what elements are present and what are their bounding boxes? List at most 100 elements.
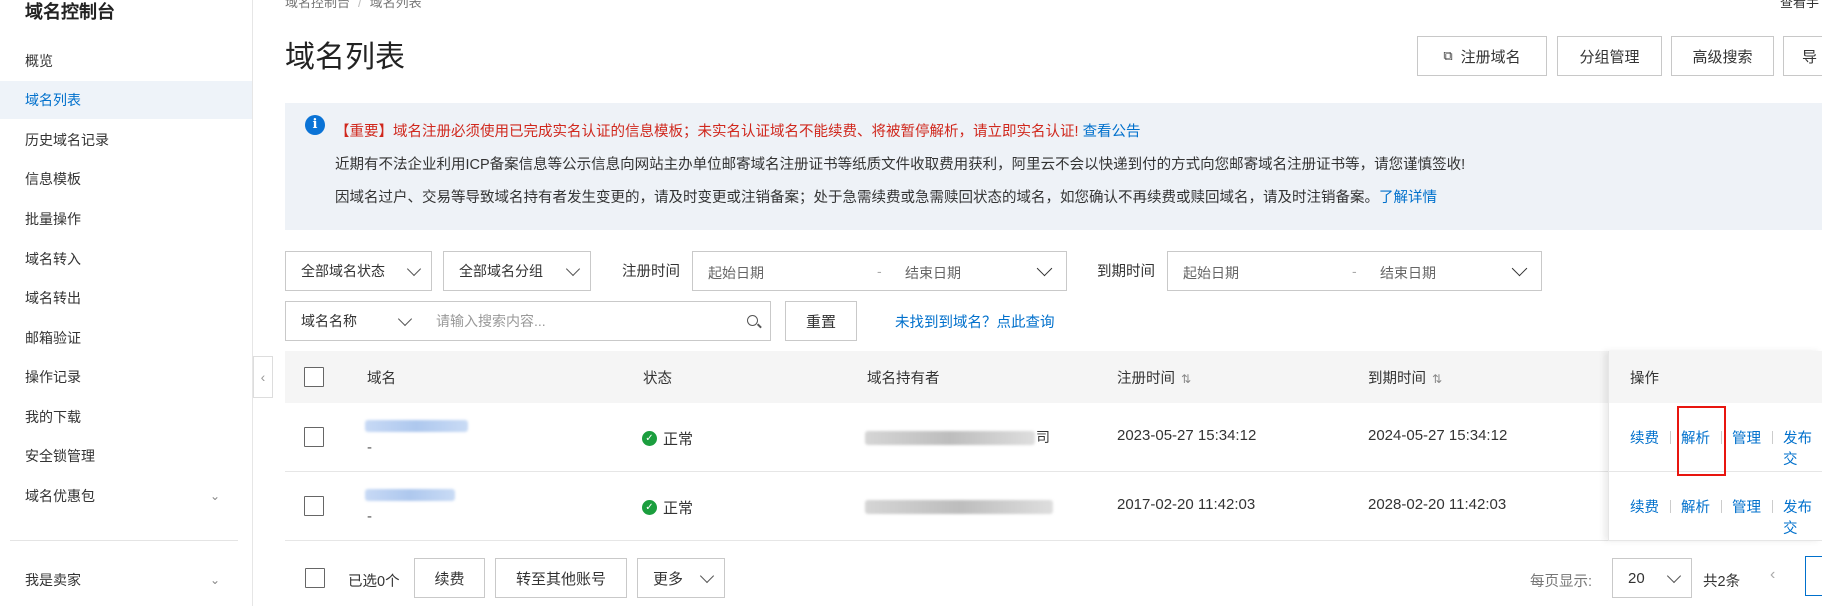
op-separator	[1670, 500, 1671, 513]
manage-link[interactable]: 管理	[1732, 427, 1761, 448]
transfer-account-button[interactable]: 转至其他账号	[495, 558, 627, 598]
manage-link[interactable]: 管理	[1732, 496, 1761, 517]
reg-time-label: 注册时间	[622, 264, 680, 280]
highlight-box	[1677, 406, 1726, 476]
search-icon[interactable]	[747, 315, 758, 326]
register-domain-button[interactable]: ⧉ 注册域名	[1417, 36, 1547, 76]
chevron-down-icon	[699, 568, 715, 584]
breadcrumb: 域名控制台 / 域名列表	[285, 0, 422, 11]
chevron-down-icon: ⌄	[209, 489, 220, 503]
export-button[interactable]: 导	[1783, 36, 1822, 76]
chevron-down-icon	[1511, 260, 1528, 277]
sidebar-item-security-lock[interactable]: 安全锁管理	[0, 437, 252, 475]
chevron-left-icon[interactable]: ‹	[1770, 566, 1775, 584]
sidebar-divider	[10, 540, 238, 541]
learn-more-link[interactable]: 了解详情	[1379, 190, 1437, 206]
sidebar-item-op-records[interactable]: 操作记录	[0, 358, 252, 396]
reg-date-range[interactable]: 起始日期 - 结束日期	[692, 251, 1067, 291]
domain-status-select[interactable]: 全部域名状态	[285, 251, 432, 291]
sort-icon[interactable]: ⇅	[1181, 372, 1191, 386]
notice-line-3-text: 因域名过户、交易等导致域名持有者发生变更的，请及时变更或注销备案；处于急需续费或…	[335, 190, 1379, 206]
exp-date-range[interactable]: 起始日期 - 结束日期	[1167, 251, 1542, 291]
more-select[interactable]: 更多	[637, 558, 725, 598]
reg-time-cell: 2017-02-20 11:42:03	[1117, 496, 1256, 513]
chevron-down-icon	[397, 311, 413, 327]
resolve-link[interactable]: 解析	[1681, 496, 1710, 517]
per-page-value: 20	[1628, 569, 1645, 587]
exp-end-date[interactable]: 结束日期	[1380, 263, 1436, 283]
sidebar-item-templates[interactable]: 信息模板	[0, 160, 252, 198]
domain-group-select[interactable]: 全部域名分组	[443, 251, 591, 291]
sidebar-item-domain-list[interactable]: 域名列表	[0, 81, 252, 119]
publish-link[interactable]: 发布交	[1783, 427, 1822, 469]
reg-time-cell: 2023-05-27 15:34:12	[1117, 427, 1257, 444]
op-separator	[1670, 431, 1671, 444]
holder-name-redacted	[865, 500, 1053, 514]
domain-sub-text: -	[367, 508, 372, 525]
exp-time-cell: 2028-02-20 11:42:03	[1368, 496, 1507, 513]
sidebar-item-email-verify[interactable]: 邮箱验证	[0, 319, 252, 357]
op-separator	[1772, 431, 1773, 444]
reg-end-date[interactable]: 结束日期	[905, 263, 961, 283]
group-manage-button[interactable]: 分组管理	[1557, 36, 1662, 76]
reset-button[interactable]: 重置	[785, 301, 857, 341]
chevron-down-icon	[1036, 260, 1053, 277]
op-separator	[1721, 500, 1722, 513]
sidebar-collapse-handle[interactable]: ‹	[253, 356, 273, 398]
publish-link[interactable]: 发布交	[1783, 496, 1822, 538]
holder-name-redacted	[865, 431, 1035, 445]
select-all-checkbox[interactable]	[304, 367, 324, 387]
date-dash: -	[877, 263, 882, 279]
domain-name-redacted[interactable]	[365, 489, 455, 501]
col-reg-time[interactable]: 注册时间 ⇅	[1117, 367, 1191, 388]
reg-start-date[interactable]: 起始日期	[708, 263, 764, 283]
total-count: 共2条	[1703, 574, 1741, 590]
sidebar-item-label: 我是卖家	[25, 572, 81, 588]
col-ops: 操作	[1630, 371, 1659, 387]
footer-select-all-checkbox[interactable]	[305, 568, 325, 588]
renew-link[interactable]: 续费	[1630, 496, 1659, 517]
search-field-value: 域名名称	[301, 313, 357, 329]
breadcrumb-item: 域名列表	[369, 0, 422, 10]
notice-important-text: 【重要】域名注册必须使用已完成实名认证的信息模板；未实名认证域名不能续费、将被暂…	[335, 124, 1079, 140]
sort-icon[interactable]: ⇅	[1432, 372, 1442, 386]
search-input[interactable]: 请输入搜索内容...	[422, 301, 771, 341]
notice-line-2: 近期有不法企业利用ICP备案信息等公示信息向网站主办单位邮寄域名注册证书等纸质文…	[335, 157, 1466, 173]
sidebar-item-downloads[interactable]: 我的下载	[0, 398, 252, 436]
domain-group-value: 全部域名分组	[459, 263, 543, 279]
status-badge: ✓ 正常	[642, 497, 693, 518]
col-status: 状态	[643, 371, 672, 387]
register-domain-label: 注册域名	[1460, 48, 1521, 66]
domain-name-redacted[interactable]	[365, 420, 468, 432]
row-checkbox[interactable]	[304, 496, 324, 516]
top-right-link[interactable]: 查看手	[1780, 0, 1819, 11]
sidebar-item-batch[interactable]: 批量操作	[0, 200, 252, 238]
sidebar-item-overview[interactable]: 概览	[0, 42, 252, 80]
sidebar-item-transfer-in[interactable]: 域名转入	[0, 240, 252, 278]
breadcrumb-item[interactable]: 域名控制台	[285, 0, 350, 10]
renew-link[interactable]: 续费	[1630, 427, 1659, 448]
sidebar-item-domain-packages[interactable]: 域名优惠包 ⌄	[0, 477, 252, 515]
sidebar-item-history[interactable]: 历史域名记录	[0, 121, 252, 159]
advanced-search-button[interactable]: 高级搜索	[1671, 36, 1774, 76]
current-page-button[interactable]	[1805, 556, 1822, 596]
exp-time-label: 到期时间	[1097, 264, 1155, 280]
op-separator	[1772, 500, 1773, 513]
row-checkbox[interactable]	[304, 427, 324, 447]
status-text: 正常	[663, 500, 694, 517]
sidebar-item-seller[interactable]: 我是卖家 ⌄	[0, 561, 252, 599]
col-exp-time[interactable]: 到期时间 ⇅	[1368, 367, 1442, 388]
search-field-select[interactable]: 域名名称	[285, 301, 423, 341]
batch-renew-button[interactable]: 续费	[414, 558, 485, 598]
sidebar-item-transfer-out[interactable]: 域名转出	[0, 279, 252, 317]
notice-banner: i 【重要】域名注册必须使用已完成实名认证的信息模板；未实名认证域名不能续费、将…	[285, 103, 1822, 230]
more-label: 更多	[653, 570, 684, 588]
per-page-select[interactable]: 20	[1612, 558, 1692, 598]
not-found-domain-link[interactable]: 未找到到域名？点此查询	[895, 311, 1055, 332]
col-exp-time-label: 到期时间	[1368, 371, 1426, 387]
table-row: - ✓ 正常 2017-02-20 11:42:03 2028-02-20 11…	[285, 472, 1822, 541]
exp-start-date[interactable]: 起始日期	[1183, 263, 1239, 283]
date-dash: -	[1352, 263, 1357, 279]
view-announcement-link[interactable]: 查看公告	[1083, 124, 1141, 140]
sidebar-item-label: 域名优惠包	[25, 488, 95, 504]
